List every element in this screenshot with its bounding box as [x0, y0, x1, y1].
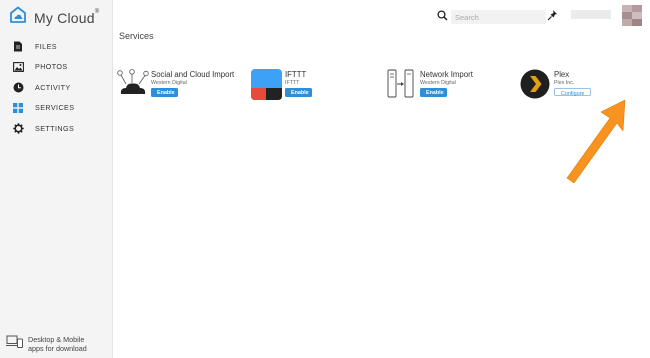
clock-icon [12, 81, 24, 93]
gear-icon [12, 122, 24, 134]
sidebar-item-label: SERVICES [35, 103, 75, 113]
devices-icon [6, 335, 23, 353]
search [437, 8, 547, 26]
service-title: IFTTT [285, 70, 307, 79]
avatar[interactable] [622, 5, 642, 26]
sidebar-item-photos[interactable]: PHOTOS [0, 57, 112, 78]
service-title: Social and Cloud Import [151, 70, 235, 79]
grid-icon [12, 102, 24, 114]
ifttt-icon [251, 69, 282, 100]
sidebar-item-files[interactable]: FILES [0, 36, 112, 57]
annotation-arrow-icon [563, 96, 633, 191]
sidebar-item-label: PHOTOS [35, 62, 68, 72]
sidebar-item-activity[interactable]: ACTIVITY [0, 77, 112, 98]
sidebar-item-label: ACTIVITY [35, 82, 71, 92]
search-input[interactable] [451, 11, 547, 23]
enable-button[interactable]: Enable [151, 88, 178, 97]
network-drive-icon [386, 69, 416, 99]
sidebar-item-settings[interactable]: SETTINGS [0, 118, 112, 139]
enable-button[interactable]: Enable [285, 88, 312, 97]
file-icon [12, 40, 24, 52]
search-box [451, 10, 547, 24]
brand[interactable]: My Cloud® [8, 6, 99, 29]
configure-button[interactable]: Configure [554, 88, 591, 97]
sidebar: My Cloud® FILES PHOTOS ACTIVITY SERVICES [0, 0, 113, 358]
sidebar-item-services[interactable]: SERVICES [0, 98, 112, 119]
cloud-network-icon [117, 69, 149, 99]
promo-text: Desktop & Mobile apps for download [28, 335, 87, 353]
main-content: Services Social and Cloud Import Western… [113, 0, 650, 358]
pin-icon[interactable] [547, 8, 559, 26]
service-title: Plex [554, 70, 570, 79]
app-name: My Cloud® [34, 8, 100, 26]
photo-icon [12, 61, 24, 73]
enable-button[interactable]: Enable [420, 88, 447, 97]
sidebar-item-label: SETTINGS [35, 123, 75, 133]
user-name[interactable] [571, 10, 611, 19]
page-title: Services [119, 31, 154, 41]
mycloud-logo-icon [8, 6, 28, 29]
plex-icon [520, 69, 550, 99]
service-vendor: Plex Inc. [554, 80, 575, 86]
sidebar-nav: FILES PHOTOS ACTIVITY SERVICES SETTINGS [0, 36, 112, 139]
service-vendor: Western Digital [151, 80, 187, 86]
sidebar-item-label: FILES [35, 41, 57, 51]
service-vendor: Western Digital [420, 80, 456, 86]
desktop-mobile-apps-link[interactable]: Desktop & Mobile apps for download [6, 335, 87, 353]
search-icon [437, 8, 448, 26]
service-vendor: IFTTT [285, 80, 300, 86]
service-title: Network Import [420, 70, 473, 79]
